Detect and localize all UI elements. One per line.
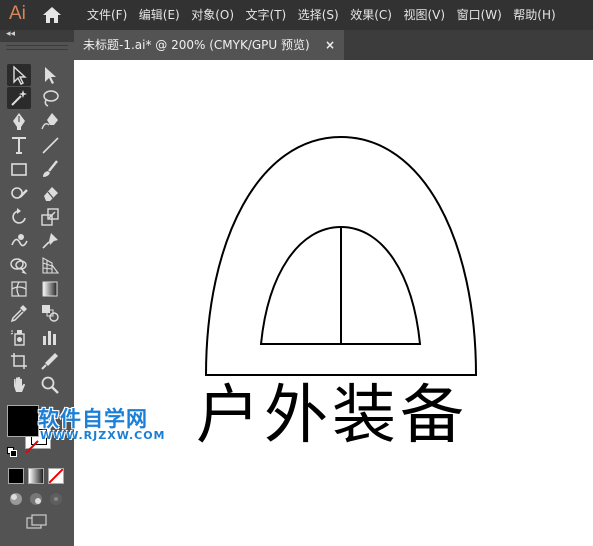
magnifier-icon — [41, 376, 59, 394]
mesh-icon — [11, 281, 27, 297]
slice-knife-icon — [41, 353, 58, 370]
warp-tool[interactable] — [7, 230, 31, 252]
menu-edit[interactable]: 编辑(E) — [134, 0, 185, 30]
eyedropper-icon — [10, 305, 27, 323]
menu-window[interactable]: 窗口(W) — [452, 0, 507, 30]
panel-header: ◂◂ — [0, 29, 74, 42]
column-graph-tool[interactable] — [38, 326, 62, 348]
magic-wand-icon — [11, 90, 27, 106]
perspective-grid-tool[interactable] — [38, 254, 62, 276]
gradient-tool[interactable] — [38, 278, 62, 300]
curvature-pen-icon — [41, 113, 58, 130]
mesh-tool[interactable] — [7, 278, 31, 300]
artboard-icon — [11, 353, 27, 369]
selection-arrow-icon — [13, 65, 27, 85]
hand-tool[interactable] — [7, 374, 31, 396]
slice-tool[interactable] — [38, 350, 62, 372]
menu-object[interactable]: 对象(O) — [186, 0, 239, 30]
zoom-tool[interactable] — [38, 374, 62, 396]
fill-swatch[interactable] — [7, 405, 39, 437]
blend-icon — [42, 305, 59, 322]
direct-selection-arrow-icon — [45, 67, 56, 84]
rectangle-tool[interactable] — [7, 158, 31, 180]
eyedropper-tool[interactable] — [7, 302, 31, 324]
document-tab-label: 未标题-1.ai* @ 200% (CMYK/GPU 预览) — [83, 38, 310, 52]
symbol-sprayer-icon — [10, 330, 25, 346]
selection-tool[interactable] — [7, 64, 31, 86]
artwork-caption-text[interactable]: 户外装备 — [196, 384, 468, 448]
app-logo: Ai — [9, 3, 26, 24]
draw-behind-icon[interactable] — [29, 492, 43, 506]
watermark: 软件自学网 WWW.RJZXW.COM — [38, 403, 188, 449]
artboard-tool[interactable] — [7, 350, 31, 372]
type-t-icon — [12, 137, 26, 154]
collapse-panel-icon[interactable]: ◂◂ — [6, 29, 15, 39]
watermark-url: WWW.RJZXW.COM — [40, 429, 166, 442]
direct-selection-tool[interactable] — [38, 64, 62, 86]
lasso-tool[interactable] — [38, 87, 62, 109]
rotate-tool[interactable] — [7, 206, 31, 228]
magic-wand-tool[interactable] — [7, 87, 31, 109]
paintbrush-tool[interactable] — [38, 158, 62, 180]
menu-view[interactable]: 视图(V) — [398, 0, 450, 30]
tools-panel: ◂◂ — [0, 29, 74, 546]
menu-select[interactable]: 选择(S) — [293, 0, 344, 30]
default-colors-icon[interactable] — [7, 447, 17, 457]
shape-builder-tool[interactable] — [7, 254, 31, 276]
pin-icon — [42, 233, 58, 249]
panel-grip[interactable] — [6, 45, 68, 50]
rectangle-icon — [11, 163, 27, 176]
hand-icon — [14, 376, 25, 392]
draw-inside-icon[interactable] — [49, 492, 63, 506]
eraser-tool[interactable] — [38, 182, 62, 204]
curvature-tool[interactable] — [38, 110, 62, 132]
pen-nib-icon — [13, 113, 25, 130]
menu-file[interactable]: 文件(F) — [82, 0, 132, 30]
scale-icon — [41, 208, 59, 226]
blend-tool[interactable] — [38, 302, 62, 324]
home-icon[interactable] — [42, 6, 62, 24]
menu-effect[interactable]: 效果(C) — [345, 0, 397, 30]
menu-type[interactable]: 文字(T) — [241, 0, 292, 30]
rotate-icon — [12, 208, 26, 224]
close-icon[interactable]: × — [325, 30, 335, 60]
warp-icon — [11, 234, 28, 247]
shape-builder-icon — [10, 258, 28, 275]
free-transform-tool[interactable] — [38, 230, 62, 252]
tent-artwork[interactable] — [74, 60, 593, 546]
menu-bar: Ai 文件(F) 编辑(E) 对象(O) 文字(T) 选择(S) 效果(C) 视… — [0, 0, 593, 30]
color-mode-button[interactable] — [8, 468, 24, 484]
column-graph-icon — [43, 331, 56, 345]
line-segment-icon — [42, 137, 59, 154]
lasso-icon — [43, 90, 59, 107]
eraser-icon — [44, 187, 58, 201]
shaper-icon — [11, 187, 28, 199]
menu-help[interactable]: 帮助(H) — [508, 0, 560, 30]
type-tool[interactable] — [7, 134, 31, 156]
scale-tool[interactable] — [38, 206, 62, 228]
menu-items: 文件(F) 编辑(E) 对象(O) 文字(T) 选择(S) 效果(C) 视图(V… — [82, 0, 562, 30]
draw-normal-icon[interactable] — [9, 492, 23, 506]
artboard-canvas[interactable]: 户外装备 — [74, 60, 593, 546]
shaper-tool[interactable] — [7, 182, 31, 204]
paintbrush-icon — [43, 160, 58, 177]
screen-mode-icon[interactable] — [26, 514, 48, 530]
line-segment-tool[interactable] — [38, 134, 62, 156]
pen-tool[interactable] — [7, 110, 31, 132]
gradient-icon — [42, 281, 58, 297]
none-mode-button[interactable] — [48, 468, 64, 484]
document-tab[interactable]: 未标题-1.ai* @ 200% (CMYK/GPU 预览) × — [74, 30, 344, 60]
gradient-mode-button[interactable] — [28, 468, 44, 484]
document-tab-bar: 未标题-1.ai* @ 200% (CMYK/GPU 预览) × — [74, 30, 593, 60]
symbol-sprayer-tool[interactable] — [7, 326, 31, 348]
perspective-grid-icon — [42, 257, 60, 274]
